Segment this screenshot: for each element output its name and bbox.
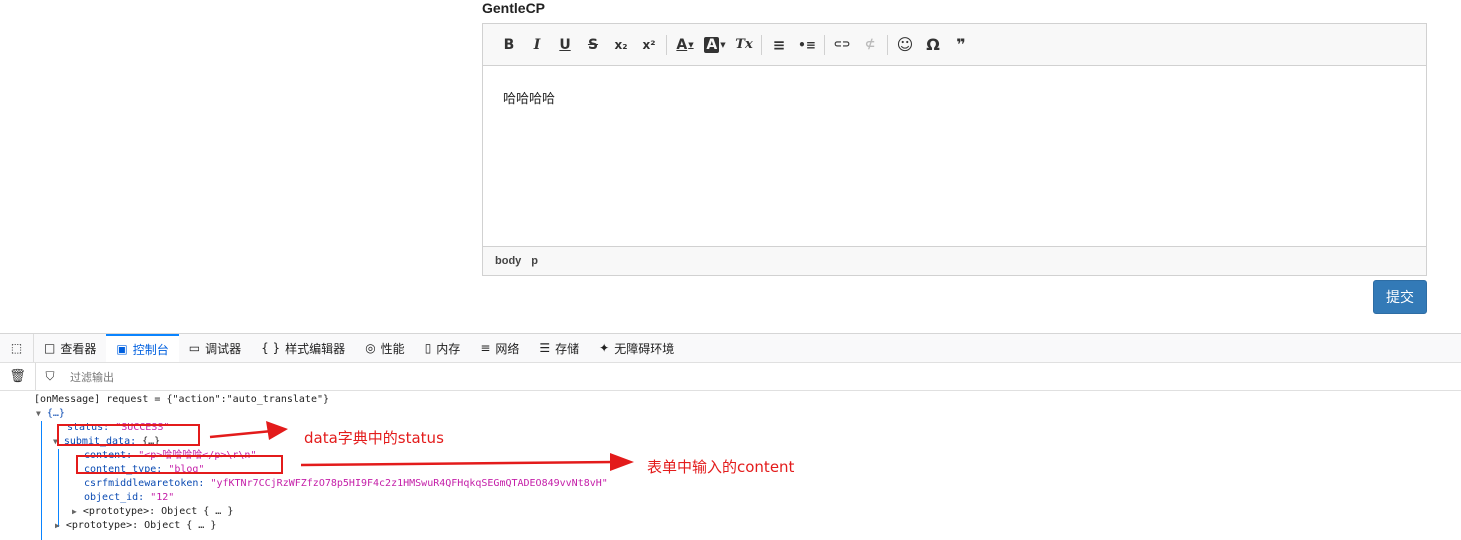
- status-arrow: [209, 421, 288, 440]
- content-annotation: 表单中输入的content: [647, 458, 795, 476]
- content-arrow: [300, 453, 634, 471]
- status-annotation: data字典中的status: [304, 429, 444, 447]
